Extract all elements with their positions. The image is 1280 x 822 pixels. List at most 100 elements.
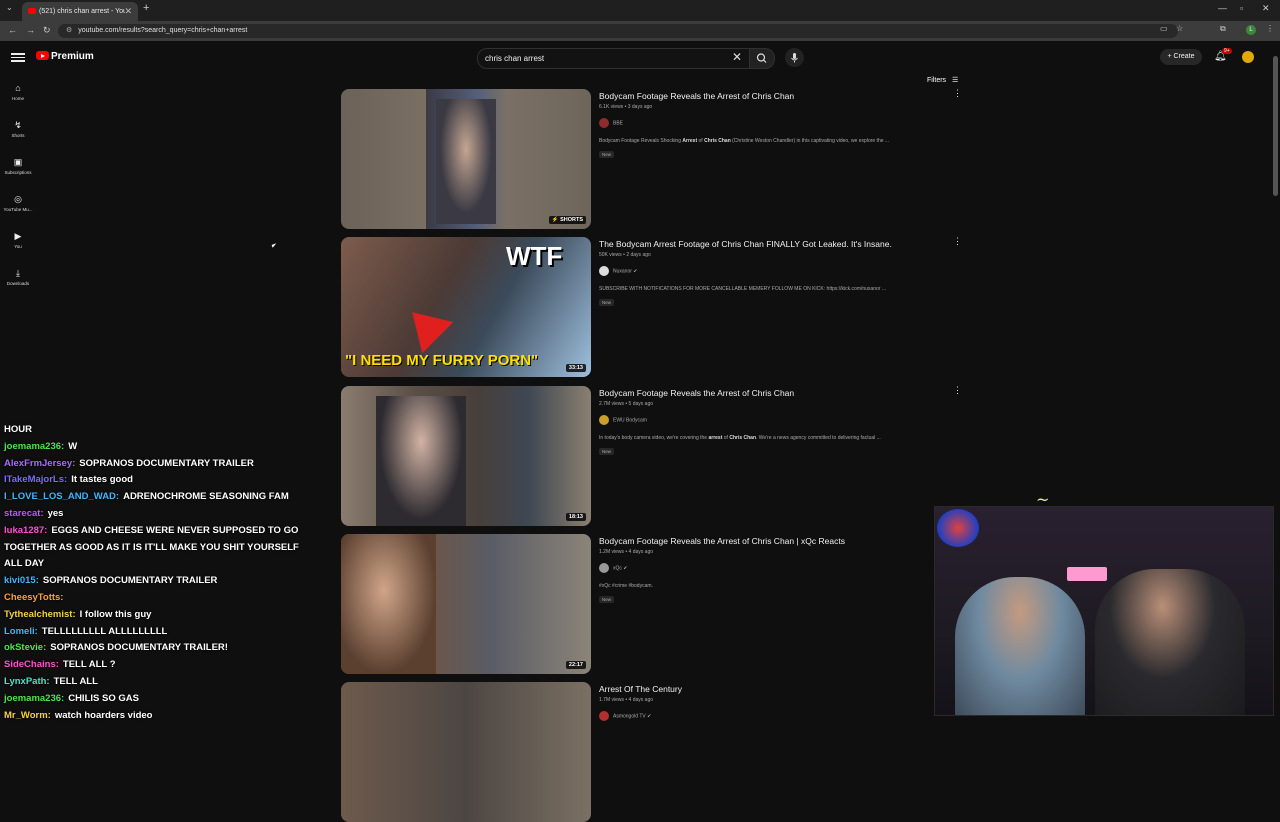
chat-text: It tastes good [71,474,133,486]
sidebar-item-label: Subscriptions [4,170,32,175]
chat-text: I follow this guy [79,608,152,620]
sidebar-item-label: Home [11,96,24,101]
channel-avatar[interactable] [599,118,609,128]
tab-list-icon[interactable]: ⌄ [6,3,13,12]
sidebar-item-label: Downloads [6,281,30,286]
sidebar-item-you[interactable]: ▶ You [0,231,36,249]
chat-text: TELL ALL ? [62,659,116,671]
logo-text: Premium [51,51,94,62]
filter-sliders-icon: ☰ [952,77,959,84]
cast-icon[interactable]: ▭ [1160,24,1168,33]
bookmark-star-icon[interactable]: ☆ [1176,24,1183,33]
back-icon[interactable]: ← [8,25,17,35]
chat-message: CheesyTotts: [4,590,319,607]
video-thumbnail[interactable]: 22:17 [341,534,591,674]
voice-search-button[interactable] [785,48,804,67]
browser-tab[interactable]: (521) chris chan arrest - YouTube ✕ [22,2,138,21]
video-thumbnail[interactable]: ⚡ SHORTS [341,89,591,229]
channel-name: Asmongold TV [613,713,646,720]
account-avatar[interactable] [1242,51,1254,63]
minimize-icon[interactable]: — [1218,3,1227,13]
more-actions-icon[interactable]: ⋮ [953,385,962,396]
close-tab-icon[interactable]: ✕ [124,2,132,21]
reload-icon[interactable]: ↻ [43,25,51,36]
channel-avatar[interactable] [599,266,609,276]
channel-link[interactable]: xQc ✔ [599,563,627,573]
sidebar-item-shorts[interactable]: ↯ Shorts [0,120,36,138]
video-title[interactable]: The Bodycam Arrest Footage of Chris Chan… [599,239,892,249]
sidebar-item-label: YouTube Mu... [3,207,33,212]
clear-search-icon[interactable]: ✕ [732,50,742,64]
close-window-icon[interactable]: ✕ [1262,3,1270,14]
channel-link[interactable]: EWU Bodycam [599,415,647,425]
video-title[interactable]: Bodycam Footage Reveals the Arrest of Ch… [599,388,794,398]
forward-icon[interactable]: → [26,25,35,35]
video-thumbnail[interactable]: 18:13 [341,386,591,526]
chat-username: LynxPath: [4,675,50,687]
microphone-icon [791,53,798,63]
browser-toolbar: ← → ↻ ⚙ youtube.com/results?search_query… [0,21,1280,41]
chat-message: HOUR [4,422,319,439]
extensions-icon[interactable]: ⧉ [1220,24,1226,34]
browser-menu-icon[interactable]: ⋮ [1266,24,1274,33]
video-title[interactable]: Bodycam Footage Reveals the Arrest of Ch… [599,536,845,546]
new-tab-icon[interactable]: + [143,2,149,14]
video-thumbnail[interactable] [341,682,591,822]
youtube-premium-logo[interactable]: Premium [36,51,94,62]
sidebar-item-home[interactable]: ⌂ Home [0,83,36,101]
address-bar[interactable]: ⚙ youtube.com/results?search_query=chris… [58,24,1178,38]
chat-username: Lomeli: [4,625,38,637]
search-box[interactable] [477,48,751,69]
filters-button[interactable]: Filters ☰ [927,76,958,84]
thumbnail-figure [436,99,496,224]
chat-username: okStevie: [4,642,47,654]
search-input[interactable] [478,53,727,64]
browser-tab-bar: ⌄ (521) chris chan arrest - YouTube ✕ + … [0,0,1280,21]
chat-message: starecat: yes [4,506,319,523]
chat-message: okStevie: SOPRANOS DOCUMENTARY TRAILER! [4,640,319,657]
sidebar-item-youtube-music[interactable]: ◎ YouTube Mu... [0,194,36,212]
red-arrow-icon [396,296,454,354]
thumbnail-figure [341,534,436,674]
chat-username: starecat: [4,507,44,519]
channel-avatar[interactable] [599,563,609,573]
maximize-icon[interactable]: ▫ [1240,3,1243,13]
download-icon: ⤓ [16,268,20,278]
profile-icon[interactable]: L [1246,25,1256,35]
sidebar-item-label: Shorts [11,133,25,138]
channel-name: Nuxanor [613,268,632,275]
chat-text: CHILIS SO GAS [68,692,139,704]
chat-username: joemama236: [4,692,65,704]
chat-text: yes [47,507,64,519]
tab-title: (521) chris chan arrest - YouTube [39,8,125,15]
page-scrollbar[interactable] [1273,56,1278,196]
more-actions-icon[interactable]: ⋮ [953,236,962,247]
search-button[interactable] [749,48,775,69]
video-meta: 1.7M views • 4 days ago [599,697,653,703]
channel-name: BBE [613,120,624,127]
video-title[interactable]: Bodycam Footage Reveals the Arrest of Ch… [599,91,794,101]
channel-link[interactable]: BBE [599,118,623,128]
create-label: Create [1173,53,1195,60]
site-info-icon[interactable]: ⚙ [66,27,72,34]
hamburger-menu-icon[interactable] [11,51,25,63]
sidebar-item-downloads[interactable]: ⤓ Downloads [0,268,36,286]
chat-message: Lomeli: TELLLLLLLLL ALLLLLLLLL [4,624,319,641]
new-badge: New [599,151,615,158]
chat-username: luka1287: [4,524,48,536]
channel-link[interactable]: Nuxanor ✔ [599,266,638,276]
chat-message: I_LOVE_LOS_AND_WAD: ADRENOCHROME SEASONIN… [4,489,319,506]
webcam-signature-icon: ~ [1036,490,1050,509]
chat-message: LynxPath: TELL ALL [4,674,319,691]
more-actions-icon[interactable]: ⋮ [953,88,962,99]
create-button[interactable]: + Create [1160,49,1202,65]
shorts-icon: ↯ [14,120,22,130]
sidebar-item-subscriptions[interactable]: ▣ Subscriptions [0,157,36,175]
person-left [955,577,1085,715]
chat-message: luka1287: EGGS AND CHEESE WERE NEVER SUPP… [4,523,319,573]
video-thumbnail[interactable]: WTF "I NEED MY FURRY PORN" 33:13 [341,237,591,377]
chat-text: ADRENOCHROME SEASONING FAM [123,491,289,503]
video-meta: 2.7M views • 5 days ago [599,401,653,407]
channel-avatar[interactable] [599,415,609,425]
video-title[interactable]: Arrest Of The Century [599,684,682,694]
